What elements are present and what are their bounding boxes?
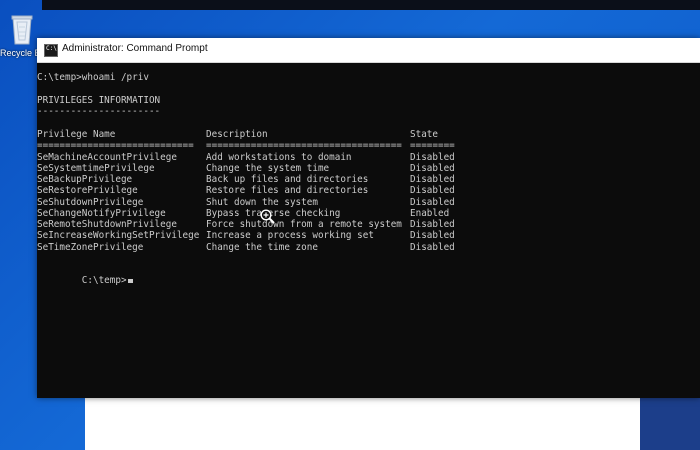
privilege-description: Restore files and directories bbox=[206, 185, 369, 196]
privilege-description: Change the system time bbox=[206, 163, 330, 174]
section-underline: ---------------------- bbox=[37, 106, 161, 117]
recycle-bin-label: Recycle B bbox=[0, 48, 41, 58]
table-row: SeChangeNotifyPrivilege Bypass traverse … bbox=[37, 208, 700, 219]
table-row: SeSystemtimePrivilege Change the system … bbox=[37, 163, 700, 174]
privilege-name: SeBackupPrivilege bbox=[37, 174, 133, 185]
privilege-state: Disabled bbox=[410, 185, 455, 196]
table-row: SeRemoteShutdownPrivilege Force shutdown… bbox=[37, 219, 700, 230]
privilege-name: SeMachineAccountPrivilege bbox=[37, 152, 177, 163]
prompt-text: C:\temp> bbox=[81, 275, 127, 287]
privilege-state: Disabled bbox=[410, 230, 455, 241]
separator-name: ============================ bbox=[37, 140, 194, 151]
title-bar[interactable]: C:\ Administrator: Command Prompt bbox=[37, 38, 700, 63]
separator-row: ============================ ===========… bbox=[37, 140, 700, 151]
privilege-description: Add workstations to domain bbox=[206, 152, 352, 163]
privilege-description: Shut down the system bbox=[206, 197, 318, 208]
privilege-description: Change the time zone bbox=[206, 242, 318, 253]
table-row: SeMachineAccountPrivilege Add workstatio… bbox=[37, 152, 700, 163]
desktop: Recycle B C:\ Administrator: Command Pro… bbox=[0, 0, 700, 450]
header-description: Description bbox=[206, 129, 268, 140]
section-title: PRIVILEGES INFORMATION bbox=[37, 95, 161, 106]
table-row: SeRestorePrivilege Restore files and dir… bbox=[37, 185, 700, 196]
top-dark-strip bbox=[42, 0, 700, 10]
recycle-bin-icon bbox=[11, 15, 33, 45]
background-window-edge bbox=[640, 395, 700, 450]
header-row: Privilege Name Description State bbox=[37, 129, 700, 140]
privilege-name: SeRemoteShutdownPrivilege bbox=[37, 219, 177, 230]
privilege-state: Disabled bbox=[410, 174, 455, 185]
privilege-name: SeTimeZonePrivilege bbox=[37, 242, 144, 253]
command-prompt-window[interactable]: C:\ Administrator: Command Prompt C:\tem… bbox=[37, 38, 700, 398]
table-row: SeTimeZonePrivilege Change the time zone… bbox=[37, 242, 700, 253]
privilege-name: SeShutdownPrivilege bbox=[37, 197, 144, 208]
separator-description: =================================== bbox=[206, 140, 402, 151]
header-name: Privilege Name bbox=[37, 129, 116, 140]
table-row: SeBackupPrivilege Back up files and dire… bbox=[37, 174, 700, 185]
table-row: SeIncreaseWorkingSetPrivilege Increase a… bbox=[37, 230, 700, 241]
command-line: C:\temp>whoami /priv bbox=[37, 72, 149, 83]
separator-state: ======== bbox=[410, 140, 455, 151]
table-row: SeShutdownPrivilege Shut down the system… bbox=[37, 197, 700, 208]
privilege-name: SeSystemtimePrivilege bbox=[37, 163, 155, 174]
prompt-line[interactable]: C:\temp> bbox=[37, 264, 133, 298]
privilege-description: Back up files and directories bbox=[206, 174, 369, 185]
privilege-name: SeChangeNotifyPrivilege bbox=[37, 208, 166, 219]
window-title: Administrator: Command Prompt bbox=[62, 43, 208, 54]
privilege-state: Disabled bbox=[410, 152, 455, 163]
text-cursor bbox=[127, 279, 133, 284]
privilege-state: Disabled bbox=[410, 163, 455, 174]
privilege-name: SeIncreaseWorkingSetPrivilege bbox=[37, 230, 200, 241]
cmd-icon: C:\ bbox=[44, 44, 58, 57]
privilege-state: Disabled bbox=[410, 219, 455, 230]
privilege-state: Disabled bbox=[410, 197, 455, 208]
header-state: State bbox=[410, 129, 438, 140]
privilege-state: Enabled bbox=[410, 208, 450, 219]
zoom-cursor-icon bbox=[260, 209, 275, 224]
privilege-description: Force shutdown from a remote system bbox=[206, 219, 402, 230]
privilege-description: Increase a process working set bbox=[206, 230, 374, 241]
cmd-icon-text: C:\ bbox=[46, 45, 57, 52]
background-window bbox=[85, 395, 640, 450]
privilege-name: SeRestorePrivilege bbox=[37, 185, 138, 196]
console-output[interactable]: C:\temp>whoami /priv PRIVILEGES INFORMAT… bbox=[37, 62, 700, 398]
privilege-state: Disabled bbox=[410, 242, 455, 253]
